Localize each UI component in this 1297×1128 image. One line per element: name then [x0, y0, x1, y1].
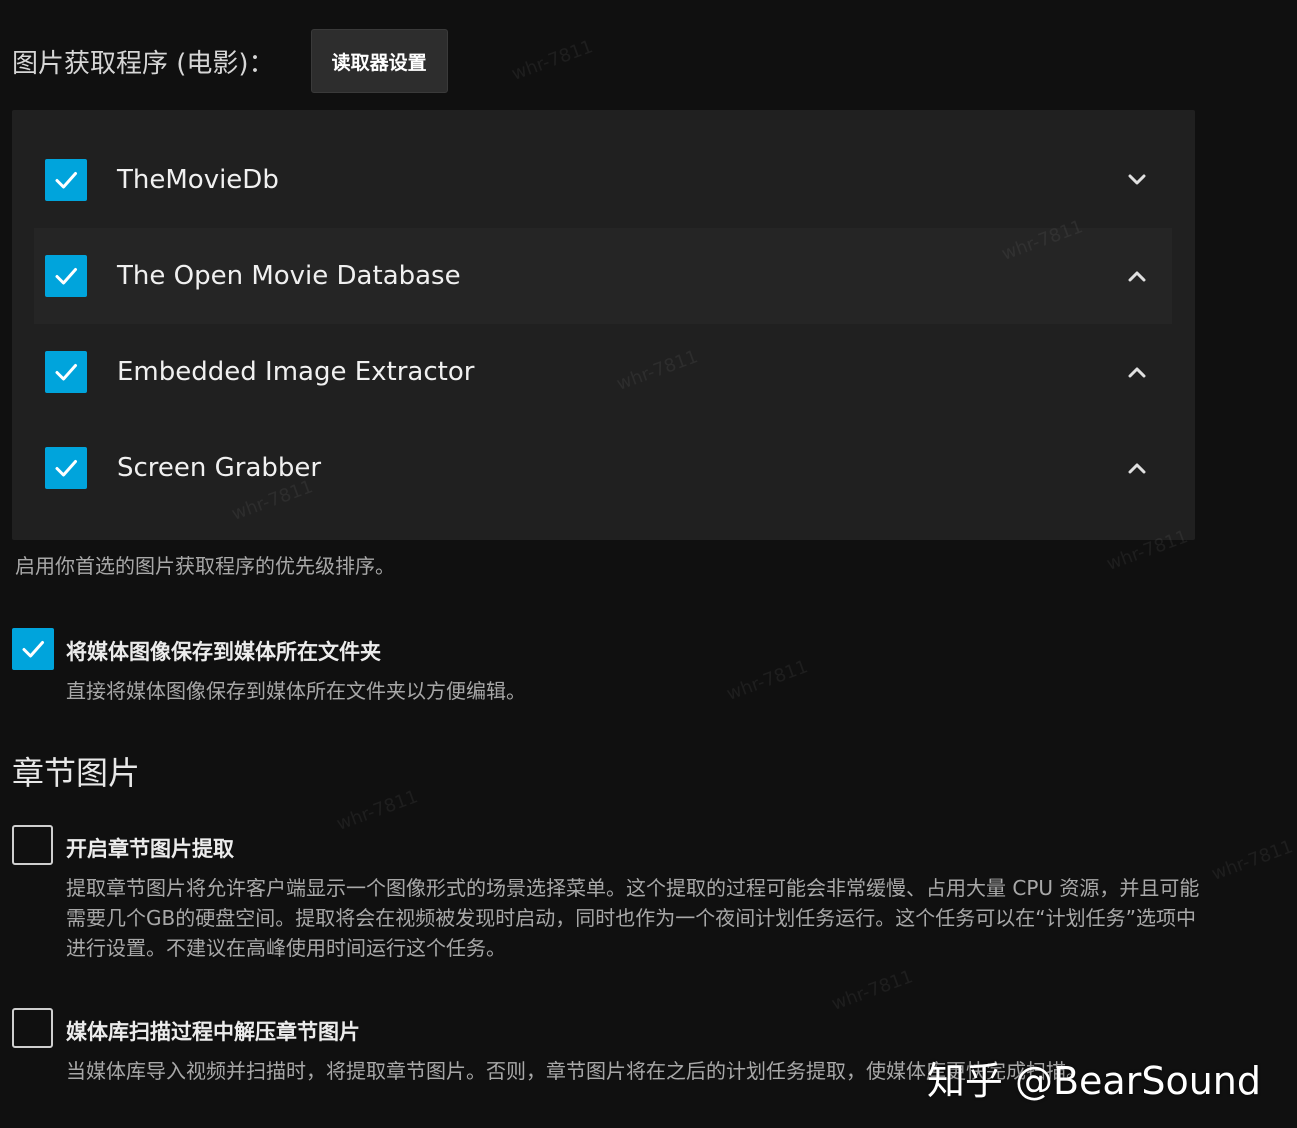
brand-watermark: 知乎 @BearSound: [926, 1059, 1261, 1103]
fetcher-item-screen-grabber[interactable]: Screen Grabber: [34, 420, 1172, 516]
chevron-up-icon[interactable]: [1122, 357, 1152, 387]
chapter-scan-label[interactable]: 媒体库扫描过程中解压章节图片: [66, 1016, 360, 1046]
chevron-up-icon[interactable]: [1122, 261, 1152, 291]
fetcher-checkbox[interactable]: [45, 159, 87, 201]
user-watermark: whr-7811: [828, 966, 916, 1015]
fetcher-item-embedded-image-extractor[interactable]: Embedded Image Extractor: [34, 324, 1172, 420]
save-local-description: 直接将媒体图像保存到媒体所在文件夹以方便编辑。: [66, 679, 526, 703]
fetcher-label: The Open Movie Database: [117, 261, 461, 291]
check-icon: [55, 268, 77, 285]
image-fetcher-list: TheMovieDb The Open Movie Database Embed…: [12, 110, 1195, 540]
check-icon: [55, 460, 77, 477]
chapter-extract-checkbox[interactable]: [12, 825, 53, 865]
fetcher-label: Screen Grabber: [117, 453, 322, 483]
settings-page: 图片获取程序 (电影)： 读取器设置 TheMovieDb The Open M…: [0, 0, 1297, 1128]
chapter-extract-description: 提取章节图片将允许客户端显示一个图像形式的场景选择菜单。这个提取的过程可能会非常…: [66, 876, 1200, 960]
save-local-checkbox[interactable]: [12, 628, 54, 670]
image-fetchers-help: 启用你首选的图片获取程序的优先级排序。: [15, 554, 395, 578]
user-watermark: whr-7811: [1208, 836, 1296, 885]
check-icon: [22, 641, 44, 658]
user-watermark: whr-7811: [508, 36, 596, 85]
user-watermark: whr-7811: [333, 786, 421, 835]
image-fetchers-title: 图片获取程序 (电影)：: [12, 48, 275, 79]
check-icon: [55, 364, 77, 381]
fetcher-checkbox[interactable]: [45, 447, 87, 489]
fetcher-label: TheMovieDb: [117, 165, 279, 195]
chapter-extract-label[interactable]: 开启章节图片提取: [66, 833, 234, 863]
fetcher-settings-button[interactable]: 读取器设置: [310, 29, 448, 93]
fetcher-checkbox[interactable]: [45, 351, 87, 393]
fetcher-checkbox[interactable]: [45, 255, 87, 297]
fetcher-item-themoviedb[interactable]: TheMovieDb: [34, 132, 1172, 228]
chevron-down-icon[interactable]: [1122, 165, 1152, 195]
chapter-scan-checkbox[interactable]: [12, 1008, 53, 1048]
fetcher-item-omdb[interactable]: The Open Movie Database: [34, 228, 1172, 324]
image-fetchers-header: 图片获取程序 (电影)： 读取器设置: [12, 28, 448, 94]
chapter-images-title: 章节图片: [12, 754, 141, 792]
check-icon: [55, 172, 77, 189]
chevron-up-icon[interactable]: [1122, 453, 1152, 483]
save-local-label[interactable]: 将媒体图像保存到媒体所在文件夹: [66, 636, 381, 666]
